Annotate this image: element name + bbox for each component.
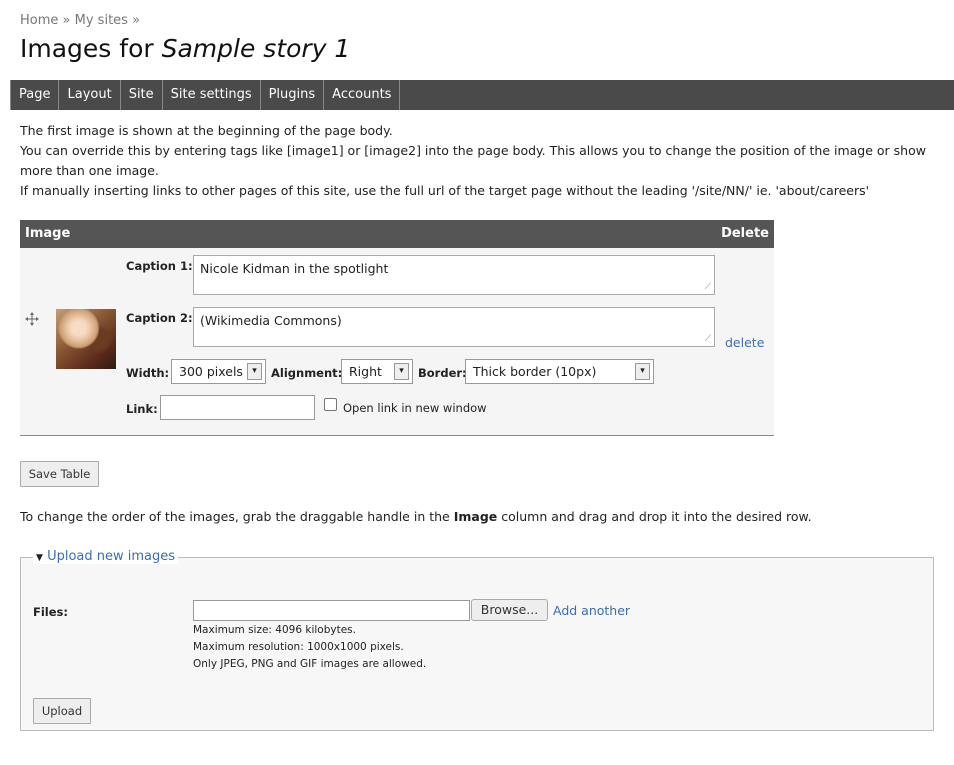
link-input[interactable] xyxy=(160,395,315,420)
browse-button[interactable]: Browse... xyxy=(471,599,548,621)
drag-handle[interactable] xyxy=(24,311,40,327)
tab-site-settings[interactable]: Site settings xyxy=(162,80,261,110)
breadcrumb-my-sites-link[interactable]: My sites xyxy=(75,13,128,28)
intro-line: You can override this by entering tags l… xyxy=(20,143,926,178)
triangle-down-icon: ▼ xyxy=(36,553,43,563)
page-title: Images for Sample story 1 xyxy=(20,34,350,63)
column-header-delete: Delete xyxy=(721,226,769,241)
resize-grip-icon[interactable]: ⟋ xyxy=(705,334,711,344)
intro-line: If manually inserting links to other pag… xyxy=(20,183,870,198)
caption1-value: Nicole Kidman in the spotlight xyxy=(200,261,389,276)
tab-layout[interactable]: Layout xyxy=(59,80,121,110)
reorder-help-text: To change the order of the images, grab … xyxy=(20,509,812,524)
save-table-button[interactable]: Save Table xyxy=(20,461,99,487)
intro-line: The first image is shown at the beginnin… xyxy=(20,123,393,138)
new-window-checkbox[interactable] xyxy=(324,398,337,411)
file-path-input[interactable] xyxy=(193,600,470,621)
breadcrumb-home-link[interactable]: Home xyxy=(20,13,58,28)
alignment-label: Alignment: xyxy=(271,366,343,380)
tab-page[interactable]: Page xyxy=(10,80,60,110)
reorder-help-before: To change the order of the images, grab … xyxy=(20,509,454,524)
upload-button[interactable]: Upload xyxy=(33,698,91,724)
resize-grip-icon[interactable]: ⟋ xyxy=(705,282,711,292)
tab-plugins[interactable]: Plugins xyxy=(260,80,325,110)
alignment-select[interactable]: Right ▾ xyxy=(341,359,413,384)
caption1-textarea[interactable]: Nicole Kidman in the spotlight ⟋ xyxy=(193,255,715,295)
caption1-label: Caption 1: xyxy=(126,259,193,273)
tab-accounts[interactable]: Accounts xyxy=(324,80,401,110)
chevron-down-icon: ▾ xyxy=(394,363,409,380)
width-select[interactable]: 300 pixels ▾ xyxy=(171,359,266,384)
width-label: Width: xyxy=(126,366,170,380)
column-header-image: Image xyxy=(25,226,71,241)
upload-fieldset xyxy=(20,557,934,731)
chevron-down-icon: ▾ xyxy=(247,363,262,380)
tab-bar: Page Layout Site Site settings Plugins A… xyxy=(10,80,954,110)
new-window-label[interactable]: Open link in new window xyxy=(343,401,487,415)
upload-legend-link[interactable]: Upload new images xyxy=(47,549,175,564)
upload-legend[interactable]: ▼ Upload new images xyxy=(33,549,179,564)
tab-site[interactable]: Site xyxy=(120,80,163,110)
reorder-help-after: column and drag and drop it into the des… xyxy=(497,509,812,524)
breadcrumb-separator: » xyxy=(62,13,71,28)
caption2-label: Caption 2: xyxy=(126,311,193,325)
delete-image-link[interactable]: delete xyxy=(725,335,764,350)
width-select-value: 300 pixels xyxy=(179,364,243,379)
max-resolution-text: Maximum resolution: 1000x1000 pixels. xyxy=(193,641,404,653)
intro-text: The first image is shown at the beginnin… xyxy=(20,121,940,201)
allowed-types-text: Only JPEG, PNG and GIF images are allowe… xyxy=(193,658,427,670)
add-another-link[interactable]: Add another xyxy=(553,603,630,618)
upload-constraints: Maximum size: 4096 kilobytes. Maximum re… xyxy=(193,622,426,673)
page-title-story: Sample story 1 xyxy=(161,34,351,63)
reorder-help-bold: Image xyxy=(453,509,498,524)
files-label: Files: xyxy=(33,605,68,619)
caption2-value: (Wikimedia Commons) xyxy=(200,313,342,328)
max-size-text: Maximum size: 4096 kilobytes. xyxy=(193,624,356,636)
link-label: Link: xyxy=(126,402,158,416)
chevron-down-icon: ▾ xyxy=(635,363,650,380)
border-label: Border: xyxy=(418,366,467,380)
alignment-select-value: Right xyxy=(349,364,382,379)
border-select[interactable]: Thick border (10px) ▾ xyxy=(465,359,654,384)
border-select-value: Thick border (10px) xyxy=(473,364,597,379)
page-title-prefix: Images for xyxy=(20,34,154,63)
image-thumbnail xyxy=(56,309,116,369)
breadcrumb: Home » My sites » xyxy=(20,13,140,28)
move-cross-icon xyxy=(25,312,39,326)
breadcrumb-separator: » xyxy=(132,13,141,28)
caption2-textarea[interactable]: (Wikimedia Commons) ⟋ xyxy=(193,307,715,347)
table-header: Image Delete xyxy=(20,220,774,248)
